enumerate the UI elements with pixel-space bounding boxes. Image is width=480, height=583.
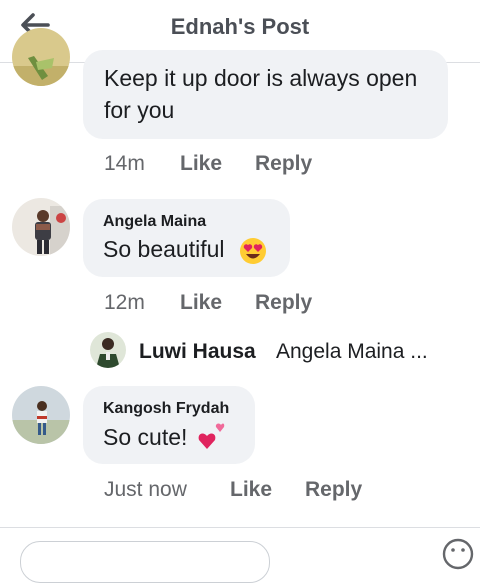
comment-timestamp: 14m <box>104 152 145 175</box>
reply-author-name[interactable]: Luwi Hausa <box>139 340 256 364</box>
comment-input[interactable] <box>20 541 270 583</box>
commenter-name[interactable]: Kangosh Frydah <box>103 400 229 418</box>
reply-button[interactable]: Reply <box>255 152 312 176</box>
comment-bubble[interactable]: Kangosh Frydah So cute! <box>83 386 255 464</box>
comment-text: So cute! <box>103 424 188 450</box>
comment-timestamp: 12m <box>104 291 145 314</box>
page-title: Ednah's Post <box>170 14 310 39</box>
like-button[interactable]: Like <box>230 478 272 502</box>
footer-divider <box>0 527 480 528</box>
reply-button[interactable]: Reply <box>255 291 312 315</box>
reply-button[interactable]: Reply <box>305 478 362 502</box>
comment-timestamp: Just now <box>104 478 187 501</box>
comment-text: for you <box>104 97 175 123</box>
comment-text: Keep it up door is always open <box>104 65 418 91</box>
comment-text: So beautiful <box>103 236 225 262</box>
like-button[interactable]: Like <box>180 291 222 315</box>
emoji-picker-icon[interactable] <box>441 537 475 571</box>
avatar[interactable] <box>12 28 70 86</box>
commenter-name[interactable]: Angela Maina <box>103 213 206 231</box>
like-button[interactable]: Like <box>180 152 222 176</box>
avatar[interactable] <box>12 198 70 256</box>
two-hearts-emoji-icon <box>198 423 225 449</box>
reply-preview-text[interactable]: Angela Maina ... <box>276 340 428 364</box>
comment-bubble[interactable]: Angela Maina So beautiful <box>83 199 290 277</box>
heart-eyes-emoji-icon <box>240 238 266 264</box>
avatar[interactable] <box>12 386 70 444</box>
comment-bubble[interactable]: Keep it up door is always open for you <box>83 50 448 139</box>
reply-avatar[interactable] <box>90 332 126 368</box>
